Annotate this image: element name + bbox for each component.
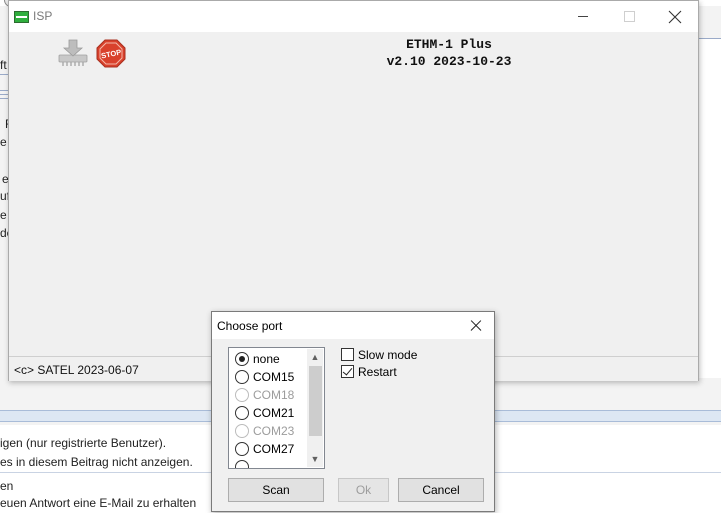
window-title: ISP xyxy=(33,9,53,23)
radio-selected-dot xyxy=(239,356,245,362)
maximize-icon xyxy=(624,11,635,22)
port-label: COM15 xyxy=(253,370,295,384)
scan-button[interactable]: Scan xyxy=(228,478,324,502)
scroll-up-icon[interactable]: ▲ xyxy=(307,349,323,365)
maximize-button[interactable] xyxy=(606,1,652,32)
port-label: COM21 xyxy=(253,406,295,420)
checkbox[interactable] xyxy=(341,348,354,361)
dialog-close-button[interactable] xyxy=(465,315,487,337)
port-list-scrollbar[interactable]: ▲ ▼ xyxy=(307,349,323,467)
background-text-fragment: ft xyxy=(0,58,7,72)
radio-button xyxy=(235,388,249,402)
close-icon xyxy=(668,10,682,24)
port-label: COM23 xyxy=(253,424,295,438)
checkbox-label: Slow mode xyxy=(358,348,418,362)
stop-icon[interactable]: STOP xyxy=(95,37,127,69)
checkmark-icon xyxy=(342,365,353,376)
radio-button[interactable] xyxy=(235,352,249,366)
background-text-fragment: e xyxy=(0,135,7,149)
close-button[interactable] xyxy=(652,1,698,32)
scrollbar-thumb[interactable] xyxy=(309,366,322,436)
app-icon xyxy=(14,11,29,23)
background-divider xyxy=(697,38,721,39)
port-label: COM18 xyxy=(253,388,295,402)
device-version: v2.10 2023-10-23 xyxy=(386,54,512,69)
isp-titlebar[interactable]: ISP xyxy=(9,1,698,32)
background-text-line: igen (nur registrierte Benutzer). xyxy=(0,436,167,450)
radio-button xyxy=(235,460,249,468)
status-text: <c> SATEL 2023-06-07 xyxy=(14,363,139,377)
background-text-fragment: e xyxy=(0,208,7,222)
cancel-button[interactable]: Cancel xyxy=(398,478,484,502)
minimize-button[interactable] xyxy=(560,1,606,32)
choose-port-dialog: Choose port none COM15 COM18 COM21 COM23… xyxy=(211,311,495,512)
background-text-line: euen Antwort eine E-Mail zu erhalten xyxy=(0,496,197,510)
port-label: none xyxy=(253,352,280,366)
download-icon[interactable] xyxy=(57,37,89,69)
radio-button[interactable] xyxy=(235,406,249,420)
background-text-line: es in diesem Beitrag nicht anzeigen. xyxy=(0,455,193,469)
scroll-down-icon[interactable]: ▼ xyxy=(307,451,323,467)
radio-button[interactable] xyxy=(235,370,249,384)
background-text-line: en xyxy=(0,479,14,493)
dialog-titlebar[interactable]: Choose port xyxy=(212,312,494,339)
dialog-title: Choose port xyxy=(217,319,283,333)
minimize-icon xyxy=(578,16,588,17)
ok-button[interactable]: Ok xyxy=(338,478,389,502)
checkbox[interactable] xyxy=(341,365,354,378)
port-label: COM27 xyxy=(253,442,295,456)
port-list[interactable]: none COM15 COM18 COM21 COM23 COM27 ▲ ▼ xyxy=(228,347,325,469)
checkbox-label: Restart xyxy=(358,365,397,379)
radio-button xyxy=(235,424,249,438)
device-name: ETHM-1 Plus xyxy=(406,37,492,52)
background-right-area xyxy=(697,38,721,378)
radio-button[interactable] xyxy=(235,442,249,456)
